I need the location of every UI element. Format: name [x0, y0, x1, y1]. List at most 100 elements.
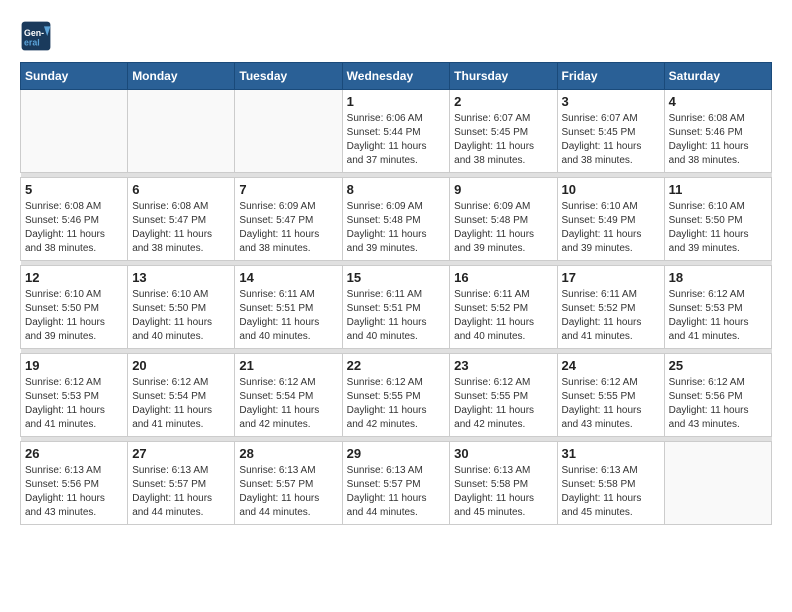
- calendar-table: SundayMondayTuesdayWednesdayThursdayFrid…: [20, 62, 772, 525]
- calendar-week-row: 1 Sunrise: 6:06 AM Sunset: 5:44 PM Daylig…: [21, 90, 772, 173]
- day-number: 20: [132, 358, 230, 373]
- day-number: 22: [347, 358, 446, 373]
- day-number: 16: [454, 270, 552, 285]
- calendar-cell: 12 Sunrise: 6:10 AM Sunset: 5:50 PM Dayli…: [21, 266, 128, 349]
- day-number: 19: [25, 358, 123, 373]
- column-header-tuesday: Tuesday: [235, 63, 342, 90]
- day-info: Sunrise: 6:12 AM Sunset: 5:55 PM Dayligh…: [454, 376, 552, 432]
- day-number: 10: [562, 182, 660, 197]
- day-info: Sunrise: 6:10 AM Sunset: 5:49 PM Dayligh…: [562, 200, 660, 256]
- day-info: Sunrise: 6:13 AM Sunset: 5:58 PM Dayligh…: [454, 464, 552, 520]
- day-info: Sunrise: 6:08 AM Sunset: 5:47 PM Dayligh…: [132, 200, 230, 256]
- day-info: Sunrise: 6:12 AM Sunset: 5:55 PM Dayligh…: [562, 376, 660, 432]
- day-number: 14: [239, 270, 337, 285]
- day-number: 3: [562, 94, 660, 109]
- day-info: Sunrise: 6:06 AM Sunset: 5:44 PM Dayligh…: [347, 112, 446, 168]
- day-info: Sunrise: 6:09 AM Sunset: 5:47 PM Dayligh…: [239, 200, 337, 256]
- day-number: 13: [132, 270, 230, 285]
- calendar-cell: 19Sunrise: 6:12 AM Sunset: 5:53 PM Dayli…: [21, 354, 128, 437]
- day-number: 6: [132, 182, 230, 197]
- column-header-thursday: Thursday: [450, 63, 557, 90]
- page-header: Gen- eral: [20, 20, 772, 52]
- day-number: 29: [347, 446, 446, 461]
- calendar-cell: [21, 90, 128, 173]
- calendar-week-row: 19Sunrise: 6:12 AM Sunset: 5:53 PM Dayli…: [21, 354, 772, 437]
- calendar-cell: 24 Sunrise: 6:12 AM Sunset: 5:55 PM Dayli…: [557, 354, 664, 437]
- day-number: 25: [669, 358, 767, 373]
- day-number: 11: [669, 182, 767, 197]
- day-info: Sunrise: 6:13 AM Sunset: 5:58 PM Dayligh…: [562, 464, 660, 520]
- calendar-week-row: 12 Sunrise: 6:10 AM Sunset: 5:50 PM Dayli…: [21, 266, 772, 349]
- calendar-cell: 20Sunrise: 6:12 AM Sunset: 5:54 PM Dayli…: [128, 354, 235, 437]
- calendar-cell: 18Sunrise: 6:12 AM Sunset: 5:53 PM Dayli…: [664, 266, 771, 349]
- day-info: Sunrise: 6:10 AM Sunset: 5:50 PM Dayligh…: [669, 200, 767, 256]
- calendar-cell: [664, 442, 771, 525]
- calendar-cell: 6 Sunrise: 6:08 AM Sunset: 5:47 PM Daylig…: [128, 178, 235, 261]
- calendar-cell: 27 Sunrise: 6:13 AM Sunset: 5:57 PM Dayli…: [128, 442, 235, 525]
- day-number: 21: [239, 358, 337, 373]
- calendar-cell: 31 Sunrise: 6:13 AM Sunset: 5:58 PM Dayli…: [557, 442, 664, 525]
- day-number: 7: [239, 182, 337, 197]
- calendar-cell: 9Sunrise: 6:09 AM Sunset: 5:48 PM Daylig…: [450, 178, 557, 261]
- day-info: Sunrise: 6:09 AM Sunset: 5:48 PM Dayligh…: [454, 200, 552, 256]
- calendar-cell: 16Sunrise: 6:11 AM Sunset: 5:52 PM Dayli…: [450, 266, 557, 349]
- day-number: 8: [347, 182, 446, 197]
- column-header-saturday: Saturday: [664, 63, 771, 90]
- day-number: 1: [347, 94, 446, 109]
- calendar-cell: 3 Sunrise: 6:07 AM Sunset: 5:45 PM Daylig…: [557, 90, 664, 173]
- svg-text:eral: eral: [24, 38, 40, 48]
- day-info: Sunrise: 6:12 AM Sunset: 5:55 PM Dayligh…: [347, 376, 446, 432]
- day-number: 24: [562, 358, 660, 373]
- calendar-cell: 29Sunrise: 6:13 AM Sunset: 5:57 PM Dayli…: [342, 442, 450, 525]
- calendar-cell: 15Sunrise: 6:11 AM Sunset: 5:51 PM Dayli…: [342, 266, 450, 349]
- day-number: 12: [25, 270, 123, 285]
- calendar-cell: 11 Sunrise: 6:10 AM Sunset: 5:50 PM Dayli…: [664, 178, 771, 261]
- day-info: Sunrise: 6:12 AM Sunset: 5:54 PM Dayligh…: [239, 376, 337, 432]
- day-number: 15: [347, 270, 446, 285]
- day-info: Sunrise: 6:07 AM Sunset: 5:45 PM Dayligh…: [562, 112, 660, 168]
- day-info: Sunrise: 6:10 AM Sunset: 5:50 PM Dayligh…: [132, 288, 230, 344]
- calendar-cell: 28 Sunrise: 6:13 AM Sunset: 5:57 PM Dayli…: [235, 442, 342, 525]
- day-info: Sunrise: 6:08 AM Sunset: 5:46 PM Dayligh…: [25, 200, 123, 256]
- day-number: 28: [239, 446, 337, 461]
- day-number: 5: [25, 182, 123, 197]
- calendar-cell: 23 Sunrise: 6:12 AM Sunset: 5:55 PM Dayli…: [450, 354, 557, 437]
- day-number: 27: [132, 446, 230, 461]
- calendar-cell: 25 Sunrise: 6:12 AM Sunset: 5:56 PM Dayli…: [664, 354, 771, 437]
- calendar-header-row: SundayMondayTuesdayWednesdayThursdayFrid…: [21, 63, 772, 90]
- column-header-wednesday: Wednesday: [342, 63, 450, 90]
- logo: Gen- eral: [20, 20, 56, 52]
- calendar-cell: [235, 90, 342, 173]
- column-header-monday: Monday: [128, 63, 235, 90]
- day-info: Sunrise: 6:12 AM Sunset: 5:56 PM Dayligh…: [669, 376, 767, 432]
- day-number: 17: [562, 270, 660, 285]
- logo-icon: Gen- eral: [20, 20, 52, 52]
- day-info: Sunrise: 6:11 AM Sunset: 5:52 PM Dayligh…: [562, 288, 660, 344]
- calendar-cell: 14 Sunrise: 6:11 AM Sunset: 5:51 PM Dayli…: [235, 266, 342, 349]
- calendar-cell: 22 Sunrise: 6:12 AM Sunset: 5:55 PM Dayli…: [342, 354, 450, 437]
- day-number: 30: [454, 446, 552, 461]
- calendar-cell: 26Sunrise: 6:13 AM Sunset: 5:56 PM Dayli…: [21, 442, 128, 525]
- calendar-cell: 5 Sunrise: 6:08 AM Sunset: 5:46 PM Daylig…: [21, 178, 128, 261]
- calendar-week-row: 26Sunrise: 6:13 AM Sunset: 5:56 PM Dayli…: [21, 442, 772, 525]
- calendar-week-row: 5 Sunrise: 6:08 AM Sunset: 5:46 PM Daylig…: [21, 178, 772, 261]
- day-info: Sunrise: 6:11 AM Sunset: 5:51 PM Dayligh…: [239, 288, 337, 344]
- day-info: Sunrise: 6:13 AM Sunset: 5:57 PM Dayligh…: [239, 464, 337, 520]
- day-info: Sunrise: 6:07 AM Sunset: 5:45 PM Dayligh…: [454, 112, 552, 168]
- column-header-friday: Friday: [557, 63, 664, 90]
- day-number: 23: [454, 358, 552, 373]
- day-info: Sunrise: 6:13 AM Sunset: 5:57 PM Dayligh…: [132, 464, 230, 520]
- calendar-cell: [128, 90, 235, 173]
- day-number: 2: [454, 94, 552, 109]
- calendar-cell: 1 Sunrise: 6:06 AM Sunset: 5:44 PM Daylig…: [342, 90, 450, 173]
- day-info: Sunrise: 6:10 AM Sunset: 5:50 PM Dayligh…: [25, 288, 123, 344]
- calendar-cell: 2 Sunrise: 6:07 AM Sunset: 5:45 PM Daylig…: [450, 90, 557, 173]
- day-number: 31: [562, 446, 660, 461]
- day-number: 4: [669, 94, 767, 109]
- calendar-cell: 30 Sunrise: 6:13 AM Sunset: 5:58 PM Dayli…: [450, 442, 557, 525]
- column-header-sunday: Sunday: [21, 63, 128, 90]
- day-info: Sunrise: 6:09 AM Sunset: 5:48 PM Dayligh…: [347, 200, 446, 256]
- calendar-cell: 4Sunrise: 6:08 AM Sunset: 5:46 PM Daylig…: [664, 90, 771, 173]
- calendar-cell: 13 Sunrise: 6:10 AM Sunset: 5:50 PM Dayli…: [128, 266, 235, 349]
- calendar-cell: 17 Sunrise: 6:11 AM Sunset: 5:52 PM Dayli…: [557, 266, 664, 349]
